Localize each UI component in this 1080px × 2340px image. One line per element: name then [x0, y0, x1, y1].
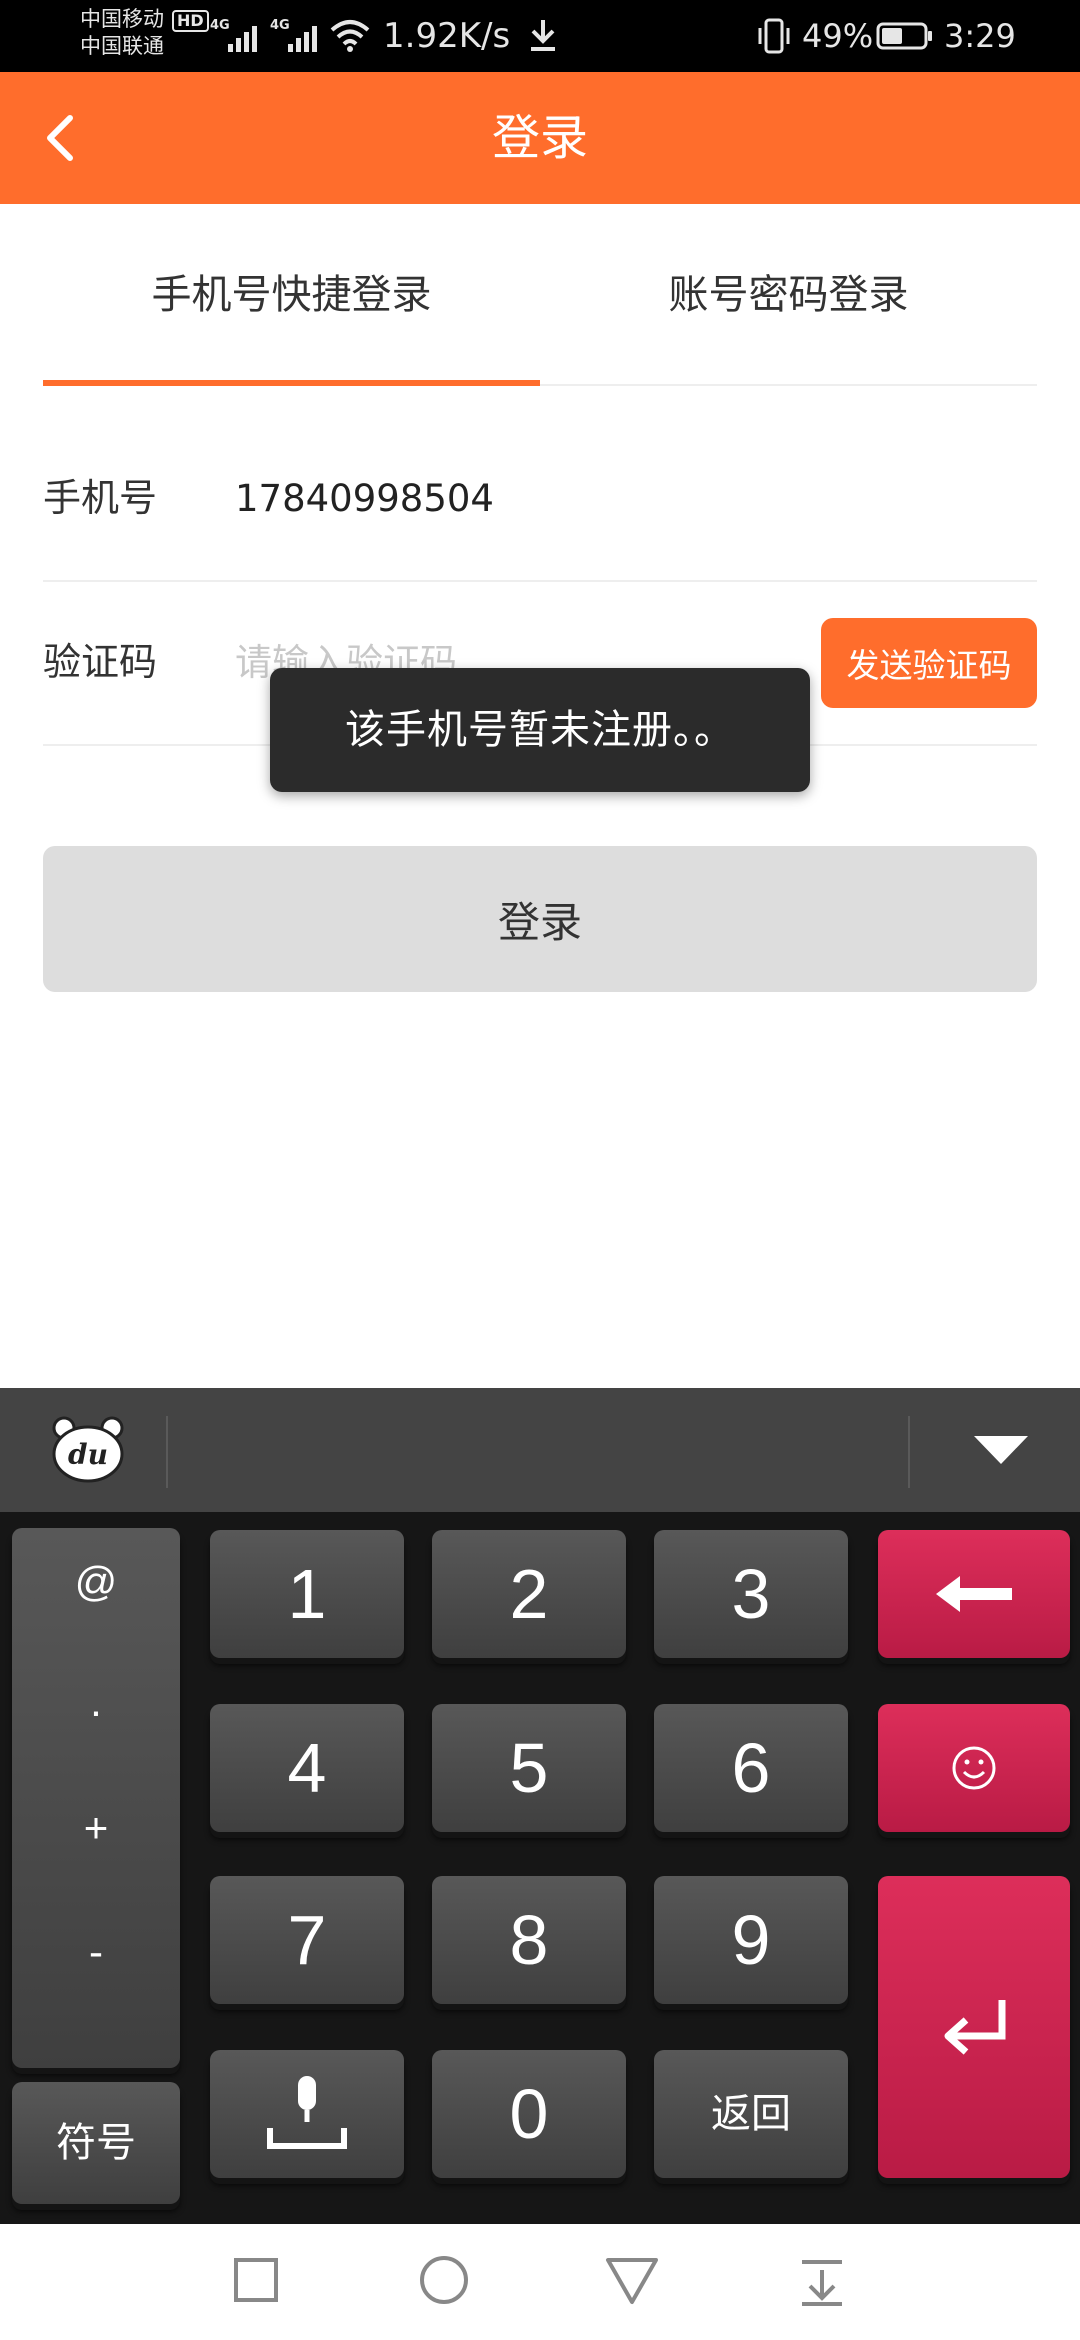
baidu-ime-logo-icon[interactable]: du	[50, 1414, 126, 1484]
key-1[interactable]: 1	[210, 1530, 404, 1658]
key-7[interactable]: 7	[210, 1876, 404, 2004]
enter-icon	[944, 2000, 1006, 2055]
code-label: 验证码	[43, 640, 158, 684]
key-5[interactable]: 5	[432, 1704, 626, 1832]
key-backspace[interactable]	[878, 1530, 1070, 1658]
battery-percent: 49%	[802, 17, 874, 55]
phone-input[interactable]	[235, 456, 795, 540]
collapse-keyboard-icon[interactable]	[966, 1428, 1036, 1472]
network-type-1: 4G	[210, 18, 230, 33]
login-tabs: 手机号快捷登录 账号密码登录	[43, 204, 1037, 386]
status-bar: 中国移动 中国联通 HD 4G 4G 1.92K/s 49% 3:29	[0, 0, 1080, 72]
toolbar-separator-left	[166, 1416, 168, 1488]
keyboard-toolbar: du	[0, 1388, 1080, 1512]
notification-pulldown-icon[interactable]	[790, 2248, 854, 2312]
clock: 3:29	[944, 17, 1016, 55]
carrier-2: 中国联通	[80, 34, 164, 58]
tab-account-login[interactable]: 账号密码登录	[540, 204, 1037, 386]
toolbar-separator-right	[908, 1416, 910, 1488]
active-tab-indicator	[43, 380, 540, 386]
toast-message: 该手机号暂未注册。。	[270, 668, 810, 792]
login-button[interactable]: 登录	[43, 846, 1037, 992]
key-6[interactable]: 6	[654, 1704, 848, 1832]
tab-phone-login[interactable]: 手机号快捷登录	[43, 204, 540, 386]
key-voice[interactable]	[210, 2050, 404, 2178]
carrier-1: 中国移动	[80, 7, 164, 31]
back-arrow-icon[interactable]	[30, 106, 94, 170]
vibrate-icon	[758, 18, 790, 54]
phone-row: 手机号	[43, 416, 1037, 582]
app: 中国移动 中国联通 HD 4G 4G 1.92K/s 49% 3:29 登录 手…	[0, 0, 1080, 2340]
key-enter[interactable]	[878, 1876, 1070, 2178]
phone-label: 手机号	[43, 476, 158, 520]
nav-bar: 登录	[0, 72, 1080, 204]
key-minus[interactable]: -	[12, 1928, 180, 1976]
key-2[interactable]: 2	[432, 1530, 626, 1658]
symbol-column: @ . + -	[12, 1528, 180, 2068]
key-emoji[interactable]	[878, 1704, 1070, 1832]
system-nav-bar	[0, 2224, 1080, 2340]
page-title: 登录	[491, 110, 588, 166]
key-symbols[interactable]: 符号	[12, 2082, 180, 2204]
carrier-names: 中国移动 中国联通	[80, 6, 164, 60]
battery-icon	[876, 22, 932, 50]
net-speed: 1.92K/s	[383, 16, 511, 56]
keyboard-keys: @ . + - 符号 1 2 3 4 5 6 7 8 9 0 返回	[0, 1512, 1080, 2224]
key-at[interactable]: @	[12, 1558, 180, 1606]
key-dot[interactable]: .	[12, 1678, 180, 1726]
home-circle-icon[interactable]	[412, 2248, 476, 2312]
microphone-icon	[267, 2076, 347, 2149]
logo-text: du	[68, 1438, 108, 1471]
key-0[interactable]: 0	[432, 2050, 626, 2178]
key-9[interactable]: 9	[654, 1876, 848, 2004]
recents-square-icon[interactable]	[224, 2248, 288, 2312]
key-8[interactable]: 8	[432, 1876, 626, 2004]
tab-divider	[540, 384, 1037, 386]
download-icon	[531, 20, 555, 51]
backspace-arrow-icon	[936, 1576, 1012, 1612]
key-4[interactable]: 4	[210, 1704, 404, 1832]
key-plus[interactable]: +	[12, 1804, 180, 1852]
keyboard: du @ . + - 符号 1 2 3 4 5 6 7 8 9 0 返回	[0, 1388, 1080, 2224]
send-code-button[interactable]: 发送验证码	[821, 618, 1037, 708]
network-type-2: 4G	[270, 18, 290, 33]
key-3[interactable]: 3	[654, 1530, 848, 1658]
hd-badge: HD	[172, 10, 209, 32]
key-return[interactable]: 返回	[654, 2050, 848, 2178]
smiley-icon	[952, 1746, 996, 1790]
back-triangle-icon[interactable]	[600, 2248, 664, 2312]
wifi-icon	[330, 20, 370, 52]
